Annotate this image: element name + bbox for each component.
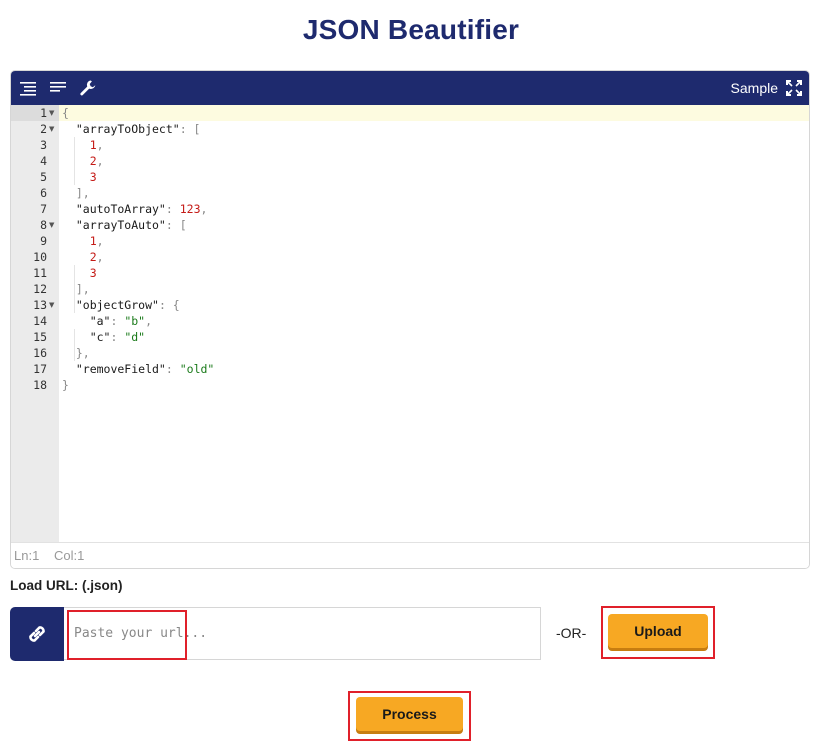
compact-icon[interactable] [49,79,67,97]
code-line: "autoToArray": 123, [62,201,208,217]
code-line: 1, [62,137,104,153]
fold-toggle-icon[interactable]: ▼ [49,297,54,313]
code-line: 2, [62,249,104,265]
line-number-gutter: 1 2 3 4 5 6 7 8 9 10 11 12 13 14 15 16 17 18 ▼ ▼ ▼ ▼ [11,105,59,542]
code-token: : [ [179,122,201,136]
line-number: 15 [33,330,47,344]
line-number: 3 [40,138,47,152]
wrench-icon[interactable] [79,79,97,97]
code-token: 3 [62,170,97,184]
code-line: 3 [62,169,97,185]
line-number: 17 [33,362,47,376]
code-token: { [62,106,69,120]
code-token: "old" [179,362,215,376]
code-token: : [ [165,218,187,232]
line-number: 13 [33,298,47,312]
status-column: Col:1 [54,548,85,563]
line-number: 1 [40,106,47,120]
code-token: "b" [124,314,146,328]
code-token: "a" [62,314,111,328]
code-line: "a": "b", [62,313,152,329]
line-number: 14 [33,314,47,328]
upload-button[interactable]: Upload [608,614,708,648]
page-title: JSON Beautifier [302,14,520,45]
line-number: 6 [40,186,47,200]
line-number: 9 [40,234,47,248]
code-line: }, [62,345,90,361]
line-number: 8 [40,218,47,232]
or-separator: -OR- [556,625,587,641]
code-area[interactable]: { "arrayToObject": [ 1, 2, 3 ], "autoToA… [59,105,809,542]
json-editor[interactable]: Sample 1 2 3 4 5 6 7 8 9 10 11 12 13 14 15 16 17 18 ▼ ▼ ▼ ▼ {… [10,70,810,569]
code-line: "removeField": "old" [62,361,215,377]
status-line: Ln:1 [14,548,40,563]
code-line: } [62,377,69,393]
code-token: : { [158,298,180,312]
code-token: : [165,362,180,376]
line-number: 7 [40,202,47,216]
code-line: { [62,105,69,121]
code-line: "c": "d" [62,329,145,345]
line-number: 5 [40,170,47,184]
code-line: ], [62,281,90,297]
code-token: , [96,250,104,264]
line-number: 11 [33,266,47,280]
load-url-label: Load URL: (.json) [10,578,123,593]
fullscreen-icon[interactable] [786,80,802,96]
code-token: "d" [124,330,146,344]
code-token: "arrayToAuto" [62,218,166,232]
code-token: : [110,330,125,344]
code-token: "removeField" [62,362,166,376]
editor-status-bar: Ln:1 Col:1 [11,542,809,568]
code-token: , [96,138,104,152]
code-token: , [145,314,153,328]
process-button[interactable]: Process [356,697,463,731]
code-token: "autoToArray" [62,202,166,216]
code-token: 1 [62,138,97,152]
code-token: "arrayToObject" [62,122,180,136]
line-number: 10 [33,250,47,264]
fold-toggle-icon[interactable]: ▼ [49,121,54,137]
sample-button[interactable]: Sample [731,80,778,96]
code-token: }, [62,346,90,360]
code-token: , [96,154,104,168]
code-line: "objectGrow": { [62,297,180,313]
code-token: , [96,234,104,248]
code-token: 2 [62,250,97,264]
line-number: 2 [40,122,47,136]
code-token: , [200,202,208,216]
code-token: 123 [179,202,201,216]
link-icon [25,622,49,650]
code-line: ], [62,185,90,201]
code-token: : [165,202,180,216]
line-number: 4 [40,154,47,168]
code-token: 2 [62,154,97,168]
editor-toolbar: Sample [11,71,809,105]
url-input-highlight [67,610,187,660]
line-number: 16 [33,346,47,360]
indent-icon[interactable] [19,79,37,97]
line-number: 18 [33,378,47,392]
code-line: "arrayToAuto": [ [62,217,187,233]
active-line-highlight [59,105,809,121]
code-token: : [110,314,125,328]
code-line: 1, [62,233,104,249]
line-number: 12 [33,282,47,296]
code-token: "objectGrow" [62,298,159,312]
fold-toggle-icon[interactable]: ▼ [49,105,54,121]
fold-toggle-icon[interactable]: ▼ [49,217,54,233]
code-line: 3 [62,265,97,281]
code-token: ], [62,282,90,296]
code-line: 2, [62,153,104,169]
link-icon-box [10,607,64,661]
code-token: 3 [62,266,97,280]
code-token: "c" [62,330,111,344]
code-token: 1 [62,234,97,248]
code-token: ], [62,186,90,200]
code-line: "arrayToObject": [ [62,121,201,137]
code-token: } [62,378,69,392]
